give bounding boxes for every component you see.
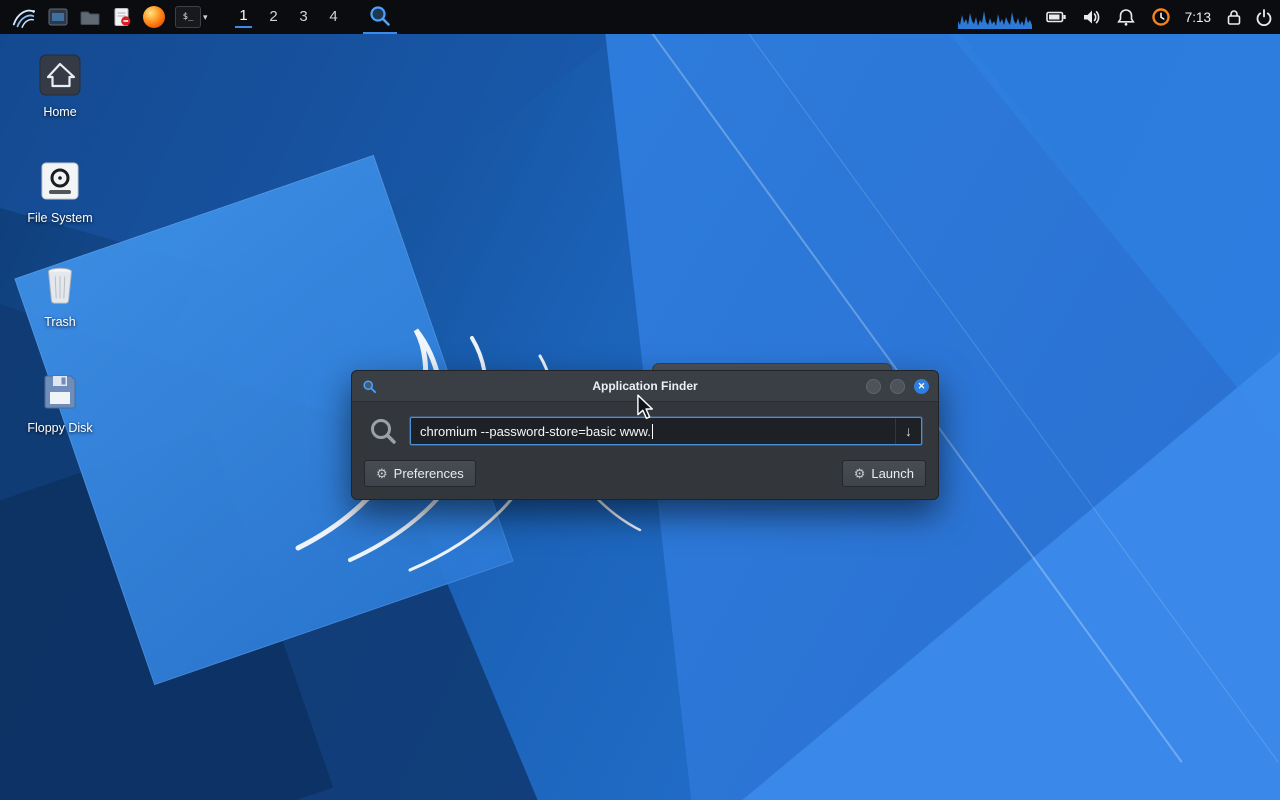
volume-tray-button[interactable] [1080, 0, 1102, 34]
desktop-icon-home[interactable]: Home [12, 52, 108, 119]
document-icon [114, 8, 131, 26]
folder-icon [80, 11, 100, 25]
search-icon [371, 419, 396, 444]
history-dropdown-button[interactable]: ↓ [895, 418, 921, 444]
workspace-1[interactable]: 1 [229, 0, 259, 34]
desktop-icon-floppy-disk[interactable]: Floppy Disk [12, 368, 108, 435]
notifications-tray-button[interactable] [1115, 0, 1137, 34]
launch-gear-icon: ⚙ [853, 465, 866, 481]
speaker-icon [1083, 10, 1100, 24]
desktop-icon-label: Trash [44, 315, 76, 329]
bell-icon [1116, 9, 1135, 26]
command-input[interactable]: chromium --password-store=basic www. ↓ [410, 417, 922, 445]
application-finder-icon [369, 6, 390, 26]
power-manager-tray-button[interactable] [1045, 0, 1067, 34]
window-title: Application Finder [592, 379, 698, 393]
drive-icon [41, 162, 79, 200]
power-icon [1256, 9, 1272, 27]
desktop-icon-file-system[interactable]: File System [12, 158, 108, 225]
status-tray-button[interactable] [1150, 0, 1172, 34]
close-icon: ✕ [917, 380, 926, 391]
window-finder-icon [362, 379, 377, 394]
launcher-window-button[interactable] [42, 0, 74, 34]
launcher-file-manager-button[interactable] [74, 0, 106, 34]
system-load-monitor[interactable] [957, 0, 1032, 34]
workspace-2[interactable]: 2 [259, 0, 289, 34]
preferences-label: Preferences [393, 466, 464, 481]
lock-icon [1227, 10, 1241, 25]
desktop-icon-label: Home [43, 105, 77, 119]
firefox-icon [143, 6, 165, 28]
maximize-button[interactable] [890, 378, 905, 394]
launcher-firefox-button[interactable] [138, 0, 170, 34]
workspace-1-label: 1 [235, 6, 252, 28]
command-text: chromium --password-store=basic www. [420, 423, 651, 439]
app-window-icon [48, 8, 68, 26]
terminal-prompt-glyph: $_ [182, 12, 194, 22]
gear-icon: ⚙ [376, 465, 388, 481]
workspace-3-label: 3 [299, 8, 308, 25]
clock[interactable]: 7:13 [1185, 0, 1211, 34]
session-logout-button[interactable] [1254, 0, 1274, 34]
workspace-4[interactable]: 4 [319, 0, 349, 34]
workspace-4-label: 4 [329, 8, 338, 25]
top-panel: $_ ▾ 1 2 3 4 7:13 [0, 0, 1280, 34]
application-finder-window: Application Finder ✕ chromium --password… [351, 370, 939, 500]
trash-icon [48, 267, 72, 304]
workspace-2-label: 2 [269, 8, 278, 25]
launch-label: Launch [871, 466, 914, 481]
cpu-graph-icon [957, 11, 1032, 29]
kali-logo-icon [12, 9, 35, 28]
workspace-3[interactable]: 3 [289, 0, 319, 34]
panel-spacer [397, 0, 945, 34]
desktop-icon-label: Floppy Disk [27, 421, 93, 435]
applications-menu-button[interactable] [6, 0, 42, 34]
launcher-terminal-button[interactable]: $_ ▾ [170, 0, 213, 34]
home-icon [39, 54, 81, 96]
close-button[interactable]: ✕ [914, 378, 929, 394]
text-caret [651, 423, 653, 439]
arrow-down-icon: ↓ [905, 423, 912, 439]
button-row: ⚙ Preferences ⚙ Launch [364, 460, 926, 487]
desktop-icon-trash[interactable]: Trash [12, 262, 108, 329]
window-controls: ✕ [866, 378, 929, 394]
desktop-icon-label: File System [27, 211, 93, 225]
mouse-cursor [637, 394, 654, 420]
orange-clock-icon [1152, 8, 1170, 26]
launch-button[interactable]: ⚙ Launch [841, 460, 926, 487]
taskbar-application-finder-button[interactable] [362, 0, 397, 34]
minimize-button[interactable] [866, 378, 881, 394]
launcher-text-editor-button[interactable] [106, 0, 138, 34]
terminal-icon: $_ [175, 6, 201, 28]
floppy-icon [44, 375, 76, 409]
preferences-button[interactable]: ⚙ Preferences [364, 460, 476, 487]
battery-icon [1045, 11, 1066, 23]
terminal-dropdown-caret-icon[interactable]: ▾ [203, 12, 208, 23]
lock-screen-button[interactable] [1224, 0, 1244, 34]
